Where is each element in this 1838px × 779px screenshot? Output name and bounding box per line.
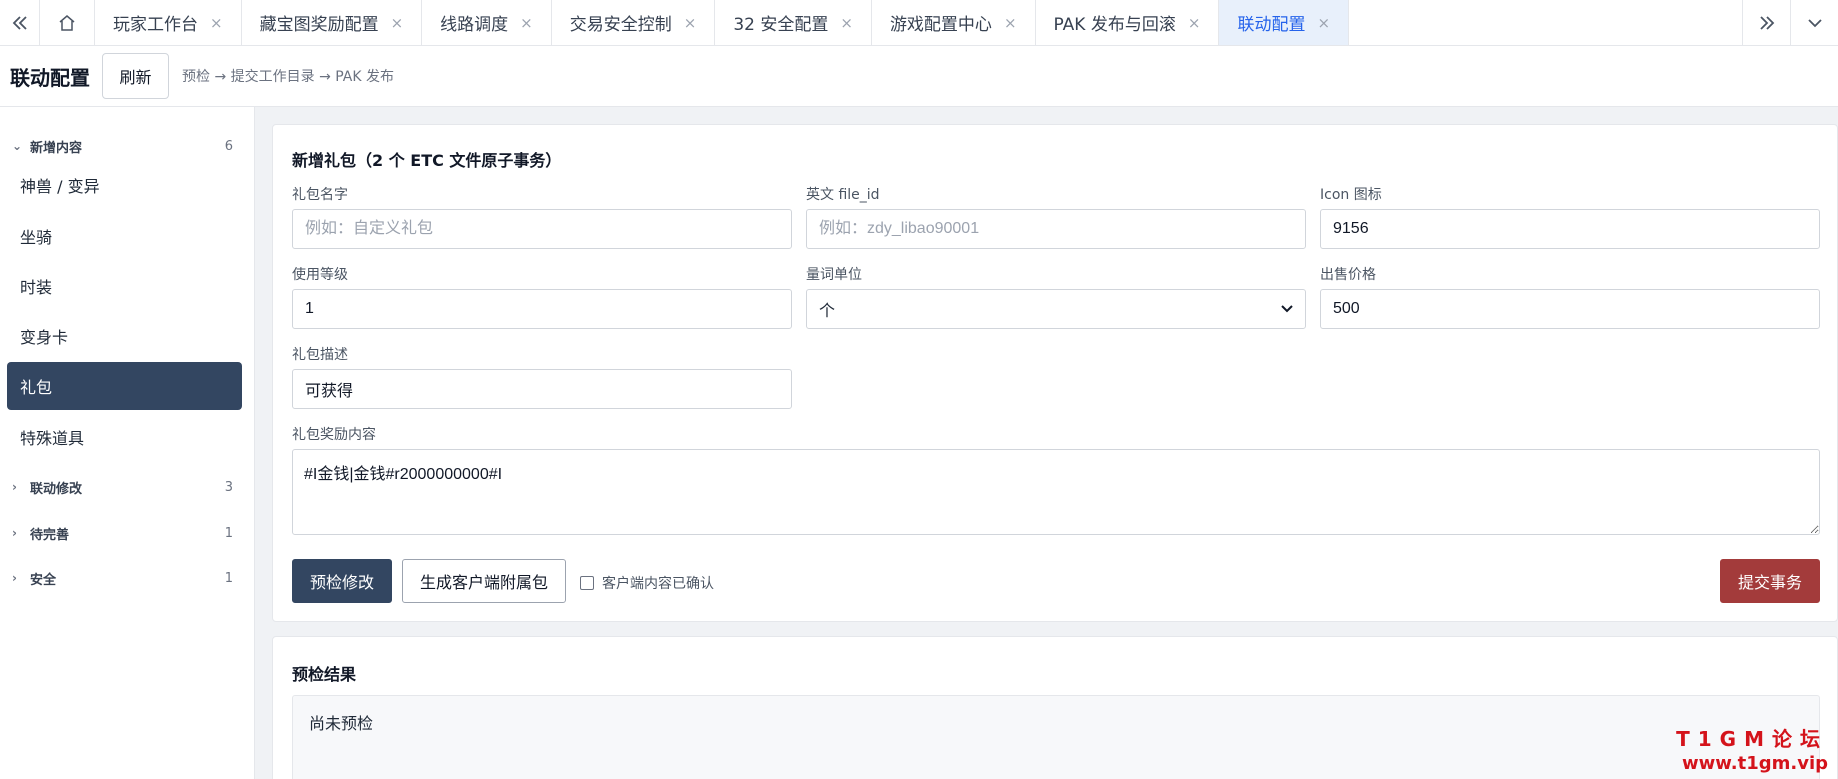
field-label: 英文 file_id bbox=[806, 187, 880, 203]
close-icon[interactable]: × bbox=[1188, 14, 1201, 32]
scroll-tabs-right-icon[interactable] bbox=[1742, 0, 1790, 45]
checkbox-box[interactable] bbox=[580, 576, 594, 590]
home-icon[interactable] bbox=[40, 0, 95, 45]
use-level-input[interactable] bbox=[292, 289, 792, 329]
sidebar-group-label: 新增内容 bbox=[30, 140, 83, 156]
close-icon[interactable]: × bbox=[391, 14, 404, 32]
sidebar-group-label: 联动修改 bbox=[30, 481, 83, 497]
sidebar-item-label: 神兽 / 变异 bbox=[20, 177, 100, 196]
checkbox-label: 客户端内容已确认 bbox=[602, 576, 714, 592]
file-id-input[interactable] bbox=[806, 209, 1306, 249]
tab-trade-security[interactable]: 交易安全控制 × bbox=[552, 0, 716, 45]
sidebar-group-label: 待完善 bbox=[30, 527, 70, 543]
close-icon[interactable]: × bbox=[1004, 14, 1017, 32]
close-icon[interactable]: × bbox=[840, 14, 853, 32]
field-label: Icon 图标 bbox=[1320, 187, 1382, 203]
gift-name-input[interactable] bbox=[292, 209, 792, 249]
tab-label: 线路调度 bbox=[440, 15, 509, 35]
sidebar-item-mount[interactable]: 坐骑 bbox=[7, 212, 242, 260]
close-icon[interactable]: × bbox=[210, 14, 223, 32]
field-label: 使用等级 bbox=[292, 267, 348, 283]
sidebar-item-divine-beast[interactable]: 神兽 / 变异 bbox=[7, 161, 242, 209]
sidebar-group-new-content[interactable]: ⌄ 新增内容 6 bbox=[0, 131, 255, 161]
reward-content-textarea[interactable]: #I金钱|金钱#r2000000000#I bbox=[292, 449, 1820, 535]
sidebar-group-label: 安全 bbox=[30, 572, 57, 588]
sidebar-item-label: 特殊道具 bbox=[20, 429, 85, 448]
gift-pack-form-card: 新增礼包（2 个 ETC 文件原子事务） 礼包名字 英文 file_id Ico… bbox=[272, 124, 1838, 622]
scroll-tabs-left-icon[interactable] bbox=[0, 0, 40, 45]
tab-32-security[interactable]: 32 安全配置 × bbox=[715, 0, 872, 45]
breadcrumb: 预检 → 提交工作目录 → PAK 发布 bbox=[182, 69, 395, 85]
sidebar-group-count: 6 bbox=[224, 138, 233, 154]
tab-label: 交易安全控制 bbox=[569, 15, 672, 35]
chevron-down-icon bbox=[1279, 300, 1295, 320]
sidebar-item-label: 时装 bbox=[20, 278, 53, 297]
result-text: 尚未预检 bbox=[309, 714, 374, 733]
chevron-down-icon: ⌄ bbox=[12, 139, 23, 153]
sidebar-group-linkage-modify[interactable]: › 联动修改 3 bbox=[0, 472, 255, 502]
tab-menu-chevron-down-icon[interactable] bbox=[1790, 0, 1838, 45]
sidebar-group-count: 3 bbox=[224, 479, 233, 495]
precheck-button[interactable]: 预检修改 bbox=[292, 559, 392, 603]
tab-label: 玩家工作台 bbox=[113, 15, 198, 35]
tab-label: 联动配置 bbox=[1237, 15, 1306, 35]
chevron-right-icon: › bbox=[12, 480, 17, 494]
refresh-button[interactable]: 刷新 bbox=[102, 53, 169, 99]
client-confirmed-checkbox[interactable]: 客户端内容已确认 bbox=[580, 573, 714, 593]
field-label: 礼包奖励内容 bbox=[292, 427, 376, 443]
unit-select-value: 个 bbox=[819, 301, 836, 320]
sidebar-item-special-items[interactable]: 特殊道具 bbox=[7, 413, 242, 461]
form-title: 新增礼包（2 个 ETC 文件原子事务） bbox=[292, 151, 562, 170]
sidebar-item-gift-pack[interactable]: 礼包 bbox=[7, 362, 242, 410]
sidebar-group-count: 1 bbox=[224, 525, 233, 541]
close-icon[interactable]: × bbox=[1317, 14, 1330, 32]
chevron-right-icon: › bbox=[12, 571, 17, 585]
icon-input[interactable] bbox=[1320, 209, 1820, 249]
sidebar-group-count: 1 bbox=[224, 570, 233, 586]
description-input[interactable] bbox=[292, 369, 792, 409]
page-title: 联动配置 bbox=[10, 67, 90, 90]
field-label: 礼包名字 bbox=[292, 187, 348, 203]
tab-linkage-config[interactable]: 联动配置 × bbox=[1219, 0, 1350, 45]
sidebar-item-label: 变身卡 bbox=[20, 328, 69, 347]
tab-label: 藏宝图奖励配置 bbox=[259, 15, 379, 35]
close-icon[interactable]: × bbox=[520, 14, 533, 32]
tab-player-workbench[interactable]: 玩家工作台 × bbox=[95, 0, 242, 45]
tab-pak-publish[interactable]: PAK 发布与回滚 × bbox=[1036, 0, 1220, 45]
tab-list: 玩家工作台 × 藏宝图奖励配置 × 线路调度 × 交易安全控制 × 32 安全配置 × 游… bbox=[95, 0, 1742, 45]
sidebar: ⌄ 新增内容 6 神兽 / 变异 坐骑 时装 变身卡 礼包 特殊道具 › 联动修… bbox=[0, 107, 255, 779]
field-label: 量词单位 bbox=[806, 267, 862, 283]
tab-label: 游戏配置中心 bbox=[889, 15, 992, 35]
result-output: 尚未预检 bbox=[292, 695, 1820, 779]
sidebar-group-pending[interactable]: › 待完善 1 bbox=[0, 518, 255, 548]
watermark-url: www.t1gm.vip bbox=[1682, 753, 1828, 774]
sidebar-item-label: 坐骑 bbox=[20, 228, 53, 247]
price-input[interactable] bbox=[1320, 289, 1820, 329]
watermark-title: T1GM论坛 bbox=[1676, 727, 1828, 751]
sidebar-group-security[interactable]: › 安全 1 bbox=[0, 563, 255, 593]
field-label: 出售价格 bbox=[1320, 267, 1376, 283]
submit-transaction-button[interactable]: 提交事务 bbox=[1720, 559, 1820, 603]
result-title: 预检结果 bbox=[292, 665, 357, 684]
field-label: 礼包描述 bbox=[292, 347, 348, 363]
page-header: 联动配置 刷新 预检 → 提交工作目录 → PAK 发布 bbox=[0, 46, 1838, 107]
tab-bar-right bbox=[1742, 0, 1838, 45]
sidebar-item-transform-card[interactable]: 变身卡 bbox=[7, 312, 242, 360]
chevron-right-icon: › bbox=[12, 526, 17, 540]
tab-label: 32 安全配置 bbox=[733, 15, 829, 35]
tab-label: PAK 发布与回滚 bbox=[1053, 15, 1176, 35]
tab-line-dispatch[interactable]: 线路调度 × bbox=[422, 0, 552, 45]
tab-game-config-center[interactable]: 游戏配置中心 × bbox=[872, 0, 1036, 45]
sidebar-item-fashion[interactable]: 时装 bbox=[7, 262, 242, 310]
tab-treasure-map-reward[interactable]: 藏宝图奖励配置 × bbox=[242, 0, 423, 45]
generate-client-pack-button[interactable]: 生成客户端附属包 bbox=[402, 559, 566, 603]
close-icon[interactable]: × bbox=[684, 14, 697, 32]
precheck-result-card: 预检结果 尚未预检 bbox=[272, 636, 1838, 779]
unit-select[interactable]: 个 bbox=[806, 289, 1306, 329]
sidebar-item-label: 礼包 bbox=[20, 378, 53, 397]
tab-bar: 玩家工作台 × 藏宝图奖励配置 × 线路调度 × 交易安全控制 × 32 安全配置 × 游… bbox=[0, 0, 1838, 46]
